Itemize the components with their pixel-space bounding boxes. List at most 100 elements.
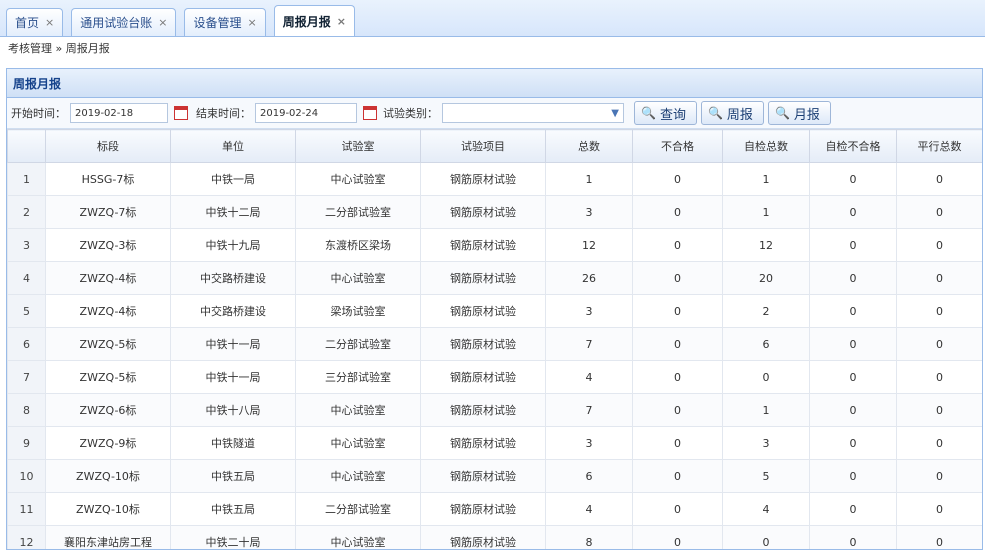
table-row[interactable]: 9ZWZQ-9标中铁隧道中心试验室钢筋原材试验30300 — [8, 427, 983, 460]
col-self-unqualified[interactable]: 自检不合格 — [810, 130, 897, 163]
table-cell: 0 — [810, 229, 897, 262]
table-cell: 6 — [723, 328, 810, 361]
table-cell: 0 — [810, 460, 897, 493]
search-icon: 🔍 — [641, 106, 656, 120]
table-cell: 中铁十九局 — [171, 229, 296, 262]
col-unqualified[interactable]: 不合格 — [633, 130, 723, 163]
table-cell: 4 — [723, 493, 810, 526]
table-cell: 中交路桥建设 — [171, 262, 296, 295]
table-cell: 中铁十二局 — [171, 196, 296, 229]
close-icon[interactable]: × — [337, 15, 346, 28]
table-row[interactable]: 1HSSG-7标中铁一局中心试验室钢筋原材试验10100 — [8, 163, 983, 196]
table-cell: 襄阳东津站房工程 — [46, 526, 171, 550]
table-cell: 0 — [897, 427, 983, 460]
table-cell: 1 — [723, 394, 810, 427]
breadcrumb: 考核管理 » 周报月报 — [0, 37, 985, 61]
table-row[interactable]: 8ZWZQ-6标中铁十八局中心试验室钢筋原材试验70100 — [8, 394, 983, 427]
monthly-report-button[interactable]: 🔍月报 — [768, 101, 831, 125]
col-unit[interactable]: 单位 — [171, 130, 296, 163]
table-row[interactable]: 12襄阳东津站房工程中铁二十局中心试验室钢筋原材试验80000 — [8, 526, 983, 550]
table-cell: 钢筋原材试验 — [421, 394, 546, 427]
table-row[interactable]: 6ZWZQ-5标中铁十一局二分部试验室钢筋原材试验70600 — [8, 328, 983, 361]
table-row[interactable]: 7ZWZQ-5标中铁十一局三分部试验室钢筋原材试验40000 — [8, 361, 983, 394]
table-cell: 中交路桥建设 — [171, 295, 296, 328]
table-cell: 3 — [546, 196, 633, 229]
table-cell: ZWZQ-10标 — [46, 493, 171, 526]
table-cell: 0 — [633, 460, 723, 493]
filter-toolbar: 开始时间： 2019-02-18 结束时间： 2019-02-24 试验类别： … — [7, 98, 982, 129]
row-number-cell: 3 — [8, 229, 46, 262]
table-row[interactable]: 2ZWZQ-7标中铁十二局二分部试验室钢筋原材试验30100 — [8, 196, 983, 229]
close-icon[interactable]: × — [45, 16, 54, 29]
table-cell: 0 — [897, 328, 983, 361]
weekly-report-button[interactable]: 🔍周报 — [701, 101, 764, 125]
table-cell: 中铁五局 — [171, 460, 296, 493]
col-test-item[interactable]: 试验项目 — [421, 130, 546, 163]
row-number-cell: 8 — [8, 394, 46, 427]
end-time-input[interactable]: 2019-02-24 — [255, 103, 357, 123]
table-row[interactable]: 3ZWZQ-3标中铁十九局东渡桥区梁场钢筋原材试验1201200 — [8, 229, 983, 262]
tab-label: 首页 — [15, 14, 39, 31]
table-cell: 1 — [723, 196, 810, 229]
table-cell: 0 — [810, 526, 897, 550]
calendar-icon[interactable] — [363, 106, 377, 120]
close-icon[interactable]: × — [158, 16, 167, 29]
row-number-cell: 11 — [8, 493, 46, 526]
table-cell: 0 — [633, 493, 723, 526]
table-cell: HSSG-7标 — [46, 163, 171, 196]
table-cell: 钢筋原材试验 — [421, 361, 546, 394]
table-cell: 二分部试验室 — [296, 196, 421, 229]
table-cell: 0 — [633, 427, 723, 460]
table-cell: 3 — [546, 427, 633, 460]
table-cell: 0 — [897, 196, 983, 229]
calendar-icon[interactable] — [174, 106, 188, 120]
table-cell: ZWZQ-5标 — [46, 361, 171, 394]
table-cell: 钢筋原材试验 — [421, 196, 546, 229]
table-cell: 0 — [897, 229, 983, 262]
table-cell: 1 — [723, 163, 810, 196]
table-cell: 12 — [723, 229, 810, 262]
table-cell: 梁场试验室 — [296, 295, 421, 328]
row-number-cell: 2 — [8, 196, 46, 229]
tab-reports[interactable]: 周报月报× — [274, 5, 355, 36]
table-cell: 0 — [633, 196, 723, 229]
col-rownum — [8, 130, 46, 163]
table-cell: 中心试验室 — [296, 526, 421, 550]
query-button[interactable]: 🔍 查询 — [634, 101, 697, 125]
tab-equipment[interactable]: 设备管理× — [184, 8, 265, 36]
chevron-down-icon[interactable]: ▼ — [611, 108, 619, 119]
search-icon: 🔍 — [708, 106, 723, 120]
col-lab[interactable]: 试验室 — [296, 130, 421, 163]
table-row[interactable]: 11ZWZQ-10标中铁五局二分部试验室钢筋原材试验40400 — [8, 493, 983, 526]
table-cell: 0 — [810, 427, 897, 460]
row-number-cell: 4 — [8, 262, 46, 295]
row-number-cell: 5 — [8, 295, 46, 328]
col-parallel-total[interactable]: 平行总数 — [897, 130, 983, 163]
table-cell: 4 — [546, 493, 633, 526]
table-row[interactable]: 10ZWZQ-10标中铁五局中心试验室钢筋原材试验60500 — [8, 460, 983, 493]
table-row[interactable]: 4ZWZQ-4标中交路桥建设中心试验室钢筋原材试验2602000 — [8, 262, 983, 295]
table-cell: 中铁一局 — [171, 163, 296, 196]
tab-home[interactable]: 首页 × — [6, 8, 63, 36]
table-cell: 中铁二十局 — [171, 526, 296, 550]
col-section[interactable]: 标段 — [46, 130, 171, 163]
end-time-label: 结束时间： — [196, 105, 251, 121]
col-total[interactable]: 总数 — [546, 130, 633, 163]
report-panel: 周报月报 开始时间： 2019-02-18 结束时间： 2019-02-24 试… — [6, 68, 983, 550]
query-button-label: 查询 — [660, 104, 686, 123]
table-cell: 0 — [897, 262, 983, 295]
table-cell: 钢筋原材试验 — [421, 229, 546, 262]
table-cell: 3 — [723, 427, 810, 460]
table-cell: 三分部试验室 — [296, 361, 421, 394]
table-header-row: 标段 单位 试验室 试验项目 总数 不合格 自检总数 自检不合格 平行总数 — [8, 130, 983, 163]
table-cell: ZWZQ-7标 — [46, 196, 171, 229]
table-row[interactable]: 5ZWZQ-4标中交路桥建设梁场试验室钢筋原材试验30200 — [8, 295, 983, 328]
close-icon[interactable]: × — [247, 16, 256, 29]
col-self-total[interactable]: 自检总数 — [723, 130, 810, 163]
row-number-cell: 1 — [8, 163, 46, 196]
table-cell: 钢筋原材试验 — [421, 295, 546, 328]
start-time-input[interactable]: 2019-02-18 — [70, 103, 168, 123]
test-type-select[interactable]: ▼ — [442, 103, 624, 123]
row-number-cell: 10 — [8, 460, 46, 493]
tab-test-ledger[interactable]: 通用试验台账× — [71, 8, 176, 36]
